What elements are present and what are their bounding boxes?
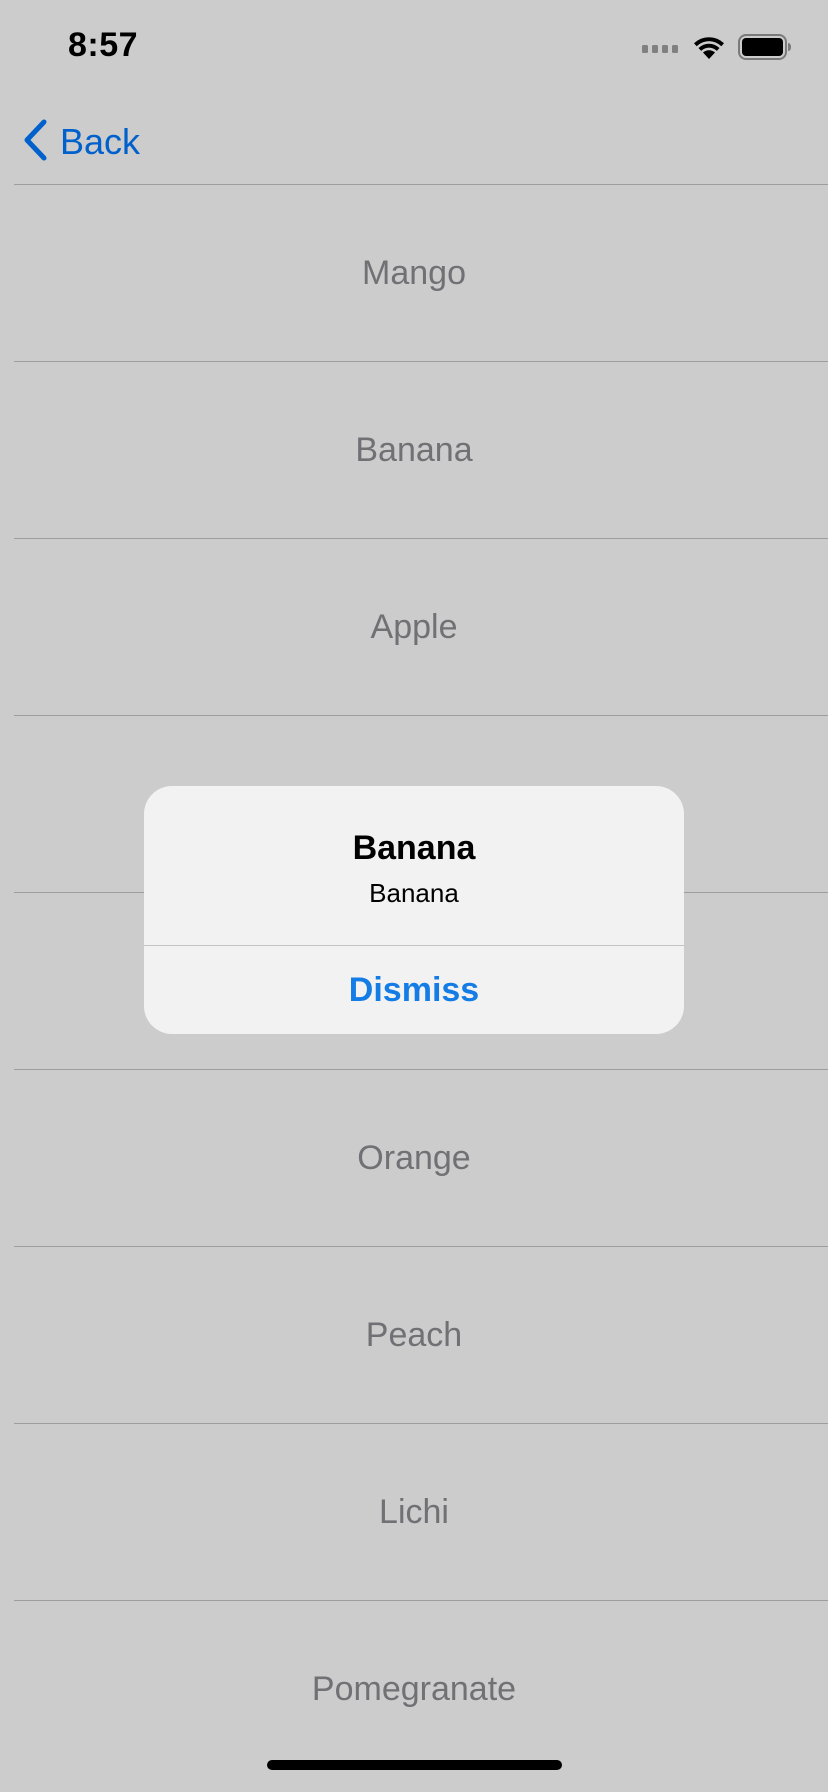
alert-message: Banana — [369, 877, 459, 908]
home-indicator[interactable] — [267, 1760, 562, 1770]
dismiss-button-label: Dismiss — [348, 970, 480, 1009]
alert-body: Banana Banana — [144, 786, 684, 946]
alert-dialog: Banana Banana Dismiss — [144, 786, 684, 1034]
app-screen: 8:57 Back Mango Banana Apple Orange Peac… — [0, 0, 828, 1792]
alert-title: Banana — [352, 828, 476, 867]
dismiss-button[interactable]: Dismiss — [144, 946, 684, 1034]
